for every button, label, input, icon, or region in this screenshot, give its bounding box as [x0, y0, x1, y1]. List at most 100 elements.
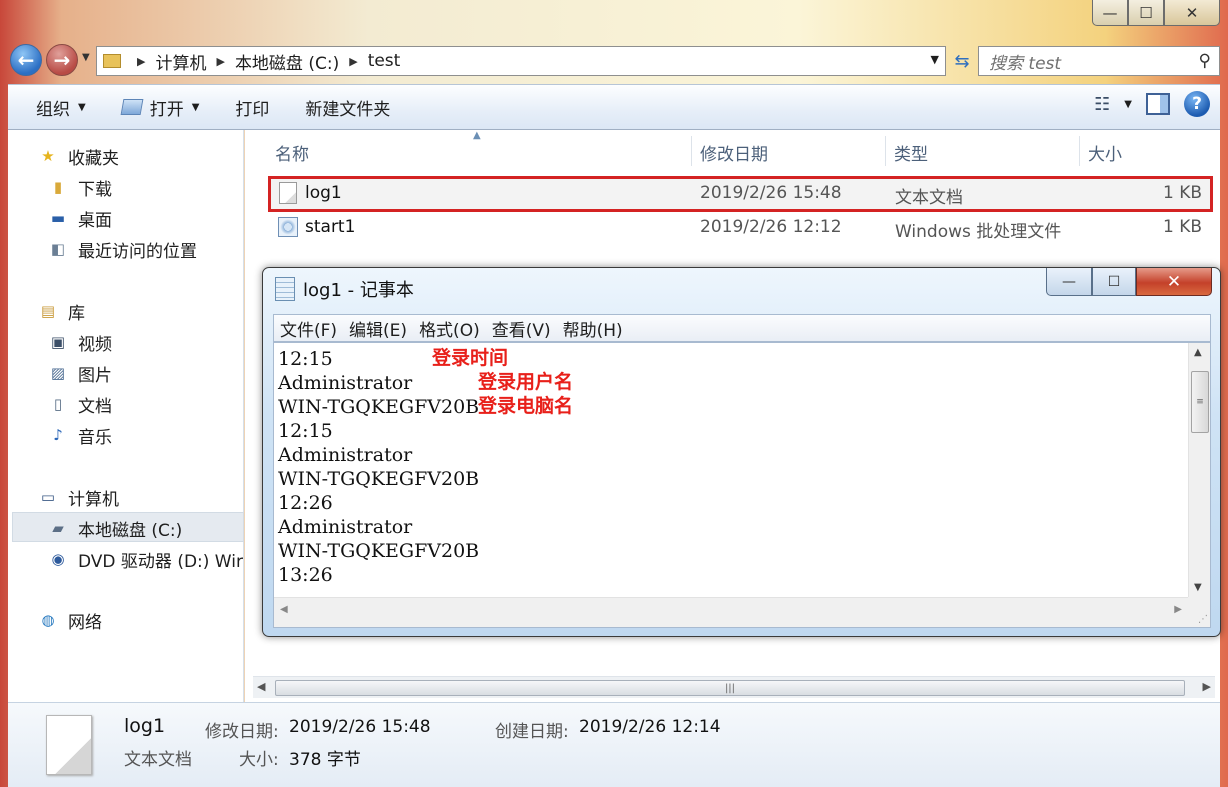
- file-row-start1[interactable]: start1 2019/2/26 12:12 Windows 批处理文件 1 K…: [270, 213, 1212, 243]
- forward-button[interactable]: →: [46, 44, 78, 76]
- minimize-button[interactable]: —: [1092, 0, 1128, 26]
- breadcrumb-local-disk[interactable]: 本地磁盘 (C:): [235, 49, 339, 74]
- nav-dvd[interactable]: ◉ DVD 驱动器 (D:) Wir: [48, 545, 243, 573]
- nav-recent-label: 最近访问的位置: [78, 241, 197, 262]
- chevron-down-icon[interactable]: ▼: [192, 102, 200, 113]
- nav-music[interactable]: ♪ 音乐: [48, 421, 112, 449]
- refresh-button[interactable]: ⇆: [948, 46, 976, 76]
- notepad-window[interactable]: log1 - 记事本 — ☐ ✕ 文件(F) 编辑(E) 格式(O) 查看(V)…: [262, 267, 1221, 637]
- file-row-log1[interactable]: log1 2019/2/26 15:48 文本文档 1 KB: [268, 176, 1213, 212]
- column-divider[interactable]: [1079, 136, 1080, 166]
- change-view-icon[interactable]: ☷: [1094, 94, 1110, 115]
- nav-computer[interactable]: ▭ 计算机: [38, 483, 119, 511]
- nav-network[interactable]: ◍ 网络: [38, 606, 102, 634]
- maximize-button[interactable]: ☐: [1128, 0, 1164, 26]
- address-bar[interactable]: ▶ 计算机 ▶ 本地磁盘 (C:) ▶ test ▼: [96, 46, 946, 76]
- open-button[interactable]: 打开 ▼: [104, 85, 218, 129]
- details-created-value: 2019/2/26 12:14: [579, 717, 721, 737]
- nav-documents-label: 文档: [78, 396, 112, 417]
- nav-downloads[interactable]: ▮ 下载: [48, 173, 112, 201]
- scroll-left-arrow[interactable]: ◀: [280, 604, 288, 615]
- scroll-left-arrow[interactable]: ◀: [257, 680, 265, 693]
- notepad-caption-buttons: — ☐ ✕: [1046, 268, 1212, 296]
- column-type[interactable]: 类型: [894, 140, 928, 165]
- notepad-minimize-button[interactable]: —: [1046, 268, 1092, 296]
- new-folder-button[interactable]: 新建文件夹: [287, 85, 408, 129]
- chevron-down-icon[interactable]: ▼: [1124, 99, 1132, 110]
- back-button[interactable]: ←: [10, 44, 42, 76]
- recent-pages-dropdown[interactable]: ▼: [82, 52, 90, 63]
- file-modified: 2019/2/26 15:48: [700, 183, 842, 203]
- breadcrumb-computer[interactable]: 计算机: [155, 49, 206, 74]
- scroll-up-arrow[interactable]: ▲: [1194, 347, 1202, 358]
- column-divider[interactable]: [885, 136, 886, 166]
- menu-view[interactable]: 查看(V): [486, 316, 557, 341]
- column-name[interactable]: 名称: [275, 140, 309, 165]
- notepad-title: log1 - 记事本: [303, 280, 414, 301]
- nav-dvd-label: DVD 驱动器 (D:) Wir: [78, 551, 243, 572]
- resize-grip-icon[interactable]: ⋰: [1188, 597, 1210, 627]
- search-icon[interactable]: ⚲: [1199, 51, 1211, 71]
- text-line: Administrator: [278, 444, 413, 466]
- notepad-title-bar[interactable]: log1 - 记事本: [275, 276, 414, 302]
- nav-favorites[interactable]: ★ 收藏夹: [38, 142, 119, 170]
- nav-documents[interactable]: ▯ 文档: [48, 390, 112, 418]
- text-line: Administrator: [278, 516, 413, 538]
- preview-pane-icon[interactable]: [1146, 93, 1170, 115]
- scroll-right-arrow[interactable]: ▶: [1174, 604, 1182, 615]
- menu-edit[interactable]: 编辑(E): [343, 316, 413, 341]
- documents-icon: ▯: [53, 395, 63, 413]
- nav-local-disk-label: 本地磁盘 (C:): [78, 520, 183, 541]
- text-line: WIN-TGQKEGFV20B: [278, 468, 480, 490]
- library-icon: ▤: [40, 302, 56, 320]
- explorer-caption-buttons: — ☐ ✕: [1092, 0, 1220, 26]
- notepad-vertical-scrollbar[interactable]: ▲ ≡ ▼: [1188, 343, 1210, 597]
- scroll-right-arrow[interactable]: ▶: [1203, 680, 1211, 693]
- navigation-pane: ★ 收藏夹 ▮ 下载 ▬ 桌面 ◧ 最近访问的位置 ▤ 库 ▣ 视频 ▨ 图片 …: [8, 130, 244, 702]
- nav-pictures-label: 图片: [78, 365, 112, 386]
- notepad-content: 12:15 Administrator WIN-TGQKEGFV20B 12:1…: [278, 347, 479, 587]
- nav-videos[interactable]: ▣ 视频: [48, 328, 112, 356]
- notepad-horizontal-scrollbar[interactable]: ◀ ▶: [274, 597, 1188, 627]
- file-type: Windows 批处理文件: [895, 222, 1062, 242]
- column-size[interactable]: 大小: [1088, 140, 1122, 165]
- menu-file[interactable]: 文件(F): [274, 316, 343, 341]
- star-icon: ★: [41, 147, 55, 165]
- menu-help[interactable]: 帮助(H): [557, 316, 629, 341]
- nav-local-disk[interactable]: ▰ 本地磁盘 (C:): [48, 514, 182, 542]
- organize-label: 组织: [36, 99, 70, 120]
- nav-libraries[interactable]: ▤ 库: [38, 297, 85, 325]
- chevron-right-icon[interactable]: ▶: [137, 55, 145, 68]
- search-input[interactable]: 搜索 test ⚲: [978, 46, 1220, 76]
- organize-button[interactable]: 组织 ▼: [8, 85, 104, 129]
- file-modified: 2019/2/26 12:12: [700, 217, 842, 237]
- nav-pictures[interactable]: ▨ 图片: [48, 359, 112, 387]
- scroll-down-arrow[interactable]: ▼: [1194, 582, 1202, 593]
- address-dropdown-button[interactable]: ▼: [931, 53, 939, 66]
- column-header: ▲ 名称 修改日期 类型 大小: [245, 130, 1213, 170]
- text-line: 13:26: [278, 564, 333, 586]
- nav-favorites-label: 收藏夹: [68, 148, 119, 169]
- print-button[interactable]: 打印: [217, 85, 287, 129]
- nav-recent[interactable]: ◧ 最近访问的位置: [48, 235, 197, 263]
- nav-desktop-label: 桌面: [78, 210, 112, 231]
- chevron-down-icon: ▼: [78, 101, 86, 113]
- chevron-right-icon[interactable]: ▶: [216, 55, 224, 68]
- notepad-maximize-button[interactable]: ☐: [1092, 268, 1136, 296]
- text-file-icon: [279, 182, 297, 204]
- notepad-text-area[interactable]: 12:15 Administrator WIN-TGQKEGFV20B 12:1…: [273, 342, 1211, 628]
- horizontal-scrollbar[interactable]: ◀ ||| ▶: [253, 676, 1215, 698]
- scrollbar-thumb[interactable]: ≡: [1191, 371, 1209, 433]
- help-icon[interactable]: ?: [1184, 91, 1210, 117]
- print-label: 打印: [235, 99, 270, 120]
- column-divider[interactable]: [691, 136, 692, 166]
- nav-desktop[interactable]: ▬ 桌面: [48, 204, 112, 232]
- column-modified[interactable]: 修改日期: [700, 140, 768, 165]
- breadcrumb-test[interactable]: test: [368, 51, 401, 71]
- close-button[interactable]: ✕: [1164, 0, 1220, 26]
- scrollbar-thumb[interactable]: |||: [275, 680, 1185, 696]
- notepad-close-button[interactable]: ✕: [1136, 268, 1212, 296]
- notepad-menu-bar: 文件(F) 编辑(E) 格式(O) 查看(V) 帮助(H): [273, 314, 1211, 342]
- menu-format[interactable]: 格式(O): [413, 316, 486, 341]
- chevron-right-icon[interactable]: ▶: [349, 55, 357, 68]
